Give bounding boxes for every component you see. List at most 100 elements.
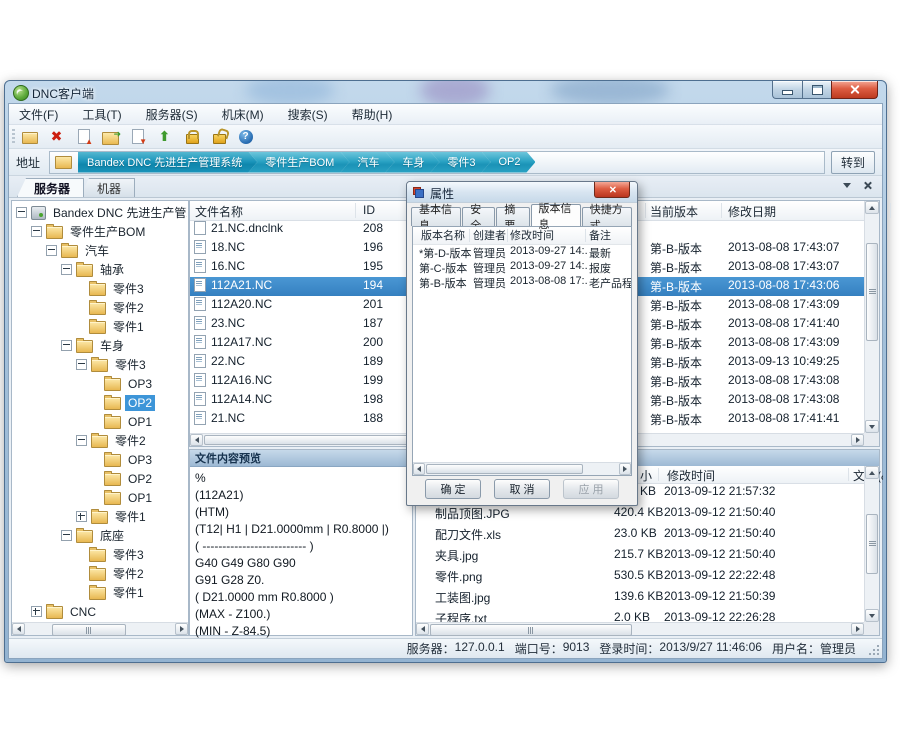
dialog-tab[interactable]: 基本信息 <box>411 207 461 226</box>
chevron-down-icon[interactable] <box>843 183 851 188</box>
tree-item[interactable]: OP2 <box>13 393 187 412</box>
scroll-left-icon[interactable] <box>416 623 429 635</box>
menu-item[interactable]: 搜索(S) <box>288 106 328 123</box>
dialog-hscrollbar[interactable] <box>413 462 631 475</box>
tree-item[interactable]: CNC <box>13 602 187 620</box>
tree-item[interactable]: OP2 <box>13 469 187 488</box>
column-header-id[interactable]: ID <box>363 203 375 217</box>
tree-item[interactable]: 底座 <box>13 526 187 545</box>
tree-expander-icon[interactable] <box>76 435 87 446</box>
scroll-right-icon[interactable] <box>851 623 864 635</box>
checkin-file-icon[interactable] <box>75 129 92 145</box>
scroll-left-icon[interactable] <box>413 463 425 475</box>
help-icon[interactable] <box>237 129 254 145</box>
tree-item[interactable]: 零件2 <box>13 298 187 317</box>
new-folder-icon[interactable] <box>21 129 38 145</box>
scroll-down-icon[interactable] <box>865 609 879 622</box>
tree-expander-icon[interactable] <box>46 245 57 256</box>
attachment-row[interactable]: 配刀文件.xls23.0 KB2013-09-12 21:50:40 <box>416 525 864 546</box>
unlock-icon[interactable] <box>210 129 227 145</box>
maximize-button[interactable] <box>802 81 831 99</box>
dialog-tab[interactable]: 快捷方式 <box>582 207 632 226</box>
tree-item[interactable]: OP1 <box>13 488 187 507</box>
tree-expander-icon[interactable] <box>31 606 42 617</box>
tree-expander-icon[interactable] <box>61 264 72 275</box>
attachment-row[interactable]: 制品顶图.JPG420.4 KB2013-09-12 21:50:40 <box>416 504 864 525</box>
tree-item[interactable]: 轴承 <box>13 260 187 279</box>
tree-item[interactable]: 零件1 <box>13 583 187 602</box>
tree-item[interactable]: 零件2 <box>13 431 187 450</box>
version-row[interactable]: *第-D-版本管理员2013-09-27 14:...最新 <box>413 245 631 260</box>
scroll-right-icon[interactable] <box>619 463 631 475</box>
column-header-date[interactable]: 修改日期 <box>728 203 776 220</box>
scroll-left-icon[interactable] <box>12 623 25 635</box>
tree-item[interactable]: Bandex DNC 先进生产管理系统 <box>13 203 187 222</box>
tree-expander-icon[interactable] <box>31 226 42 237</box>
lock-icon[interactable] <box>183 129 200 145</box>
scroll-left-icon[interactable] <box>190 434 203 446</box>
tree-expander-icon[interactable] <box>76 511 87 522</box>
attachment-row[interactable]: 夹具.jpg215.7 KB2013-09-12 21:50:40 <box>416 546 864 567</box>
breadcrumb-segment[interactable]: Bandex DNC 先进生产管理系统 <box>78 152 257 173</box>
scrollbar-thumb[interactable] <box>430 624 632 636</box>
column-header-name[interactable]: 文件名称 <box>195 203 243 220</box>
scroll-up-icon[interactable] <box>865 466 879 479</box>
breadcrumb-segment[interactable]: 零件生产BOM <box>248 152 349 173</box>
tree-expander-icon[interactable] <box>16 207 27 218</box>
checkout-file-icon[interactable] <box>129 129 146 145</box>
breadcrumb-segment[interactable]: 零件3 <box>430 152 490 173</box>
scrollbar-thumb[interactable] <box>866 243 878 341</box>
scroll-down-icon[interactable] <box>865 420 879 433</box>
scroll-up-icon[interactable] <box>865 201 879 214</box>
menu-item[interactable]: 文件(F) <box>19 106 58 123</box>
cancel-button[interactable]: 取 消 <box>494 479 550 499</box>
close-button[interactable] <box>831 81 878 99</box>
minimize-button[interactable] <box>772 81 802 99</box>
attachment-hscrollbar[interactable] <box>416 622 864 635</box>
menu-item[interactable]: 工具(T) <box>82 106 121 123</box>
scroll-right-icon[interactable] <box>851 434 864 446</box>
tree-expander-icon[interactable] <box>61 340 72 351</box>
tree-hscrollbar[interactable] <box>12 622 188 635</box>
menu-item[interactable]: 帮助(H) <box>352 106 393 123</box>
tree-item[interactable]: 零件生产BOM <box>13 222 187 241</box>
column-header-version[interactable]: 当前版本 <box>650 203 698 220</box>
column-header-size[interactable]: 小 <box>640 467 652 484</box>
column-header-time[interactable]: 修改时间 <box>667 467 715 484</box>
delete-icon[interactable] <box>48 129 65 145</box>
version-row[interactable]: 第-B-版本管理员2013-08-08 17:...老产品程序 <box>413 275 631 290</box>
file-list-vscrollbar[interactable] <box>864 201 879 433</box>
tree-item[interactable]: OP1 <box>13 412 187 431</box>
scrollbar-thumb[interactable] <box>866 514 878 574</box>
ok-button[interactable]: 确 定 <box>425 479 481 499</box>
attachment-row[interactable]: 零件.png530.5 KB2013-09-12 22:22:48 <box>416 567 864 588</box>
attachment-row[interactable]: 子程序.txt2.0 KB2013-09-12 22:26:28 <box>416 609 864 622</box>
open-folder-icon[interactable] <box>102 129 119 145</box>
tree-expander-icon[interactable] <box>76 359 87 370</box>
tree-item[interactable]: 零件3 <box>13 545 187 564</box>
menu-item[interactable]: 服务器(S) <box>146 106 198 123</box>
tree-item[interactable]: 零件1 <box>13 317 187 336</box>
resize-grip-icon[interactable] <box>869 645 879 655</box>
column-header-note[interactable]: 备注 <box>589 227 631 243</box>
scroll-right-icon[interactable] <box>175 623 188 635</box>
tree-expander-icon[interactable] <box>61 530 72 541</box>
tree-item[interactable]: 零件3 <box>13 279 187 298</box>
column-header-version-name[interactable]: 版本名称 <box>421 227 473 243</box>
tree-item[interactable]: 零件3 <box>13 355 187 374</box>
menu-item[interactable]: 机床(M) <box>222 106 264 123</box>
close-panel-icon[interactable] <box>863 181 872 190</box>
panel-tab[interactable]: 服务器 <box>17 178 84 197</box>
version-row[interactable]: 第-C-版本管理员2013-09-27 14:...报废 <box>413 260 631 275</box>
tree-item[interactable]: 汽车 <box>13 241 187 260</box>
tree-item[interactable]: 零件2 <box>13 564 187 583</box>
upload-icon[interactable] <box>156 129 173 145</box>
dialog-tab[interactable]: 版本信息 <box>531 204 581 226</box>
dialog-tab[interactable]: 摘要 <box>496 207 529 226</box>
dialog-tab[interactable]: 安全 <box>462 207 495 226</box>
column-header-creator[interactable]: 创建者 <box>473 227 509 243</box>
dialog-title-bar[interactable]: 属性 <box>407 182 637 203</box>
tree-item[interactable]: 零件1 <box>13 507 187 526</box>
panel-tab[interactable]: 机器 <box>80 178 135 197</box>
tree-item[interactable]: OP3 <box>13 450 187 469</box>
